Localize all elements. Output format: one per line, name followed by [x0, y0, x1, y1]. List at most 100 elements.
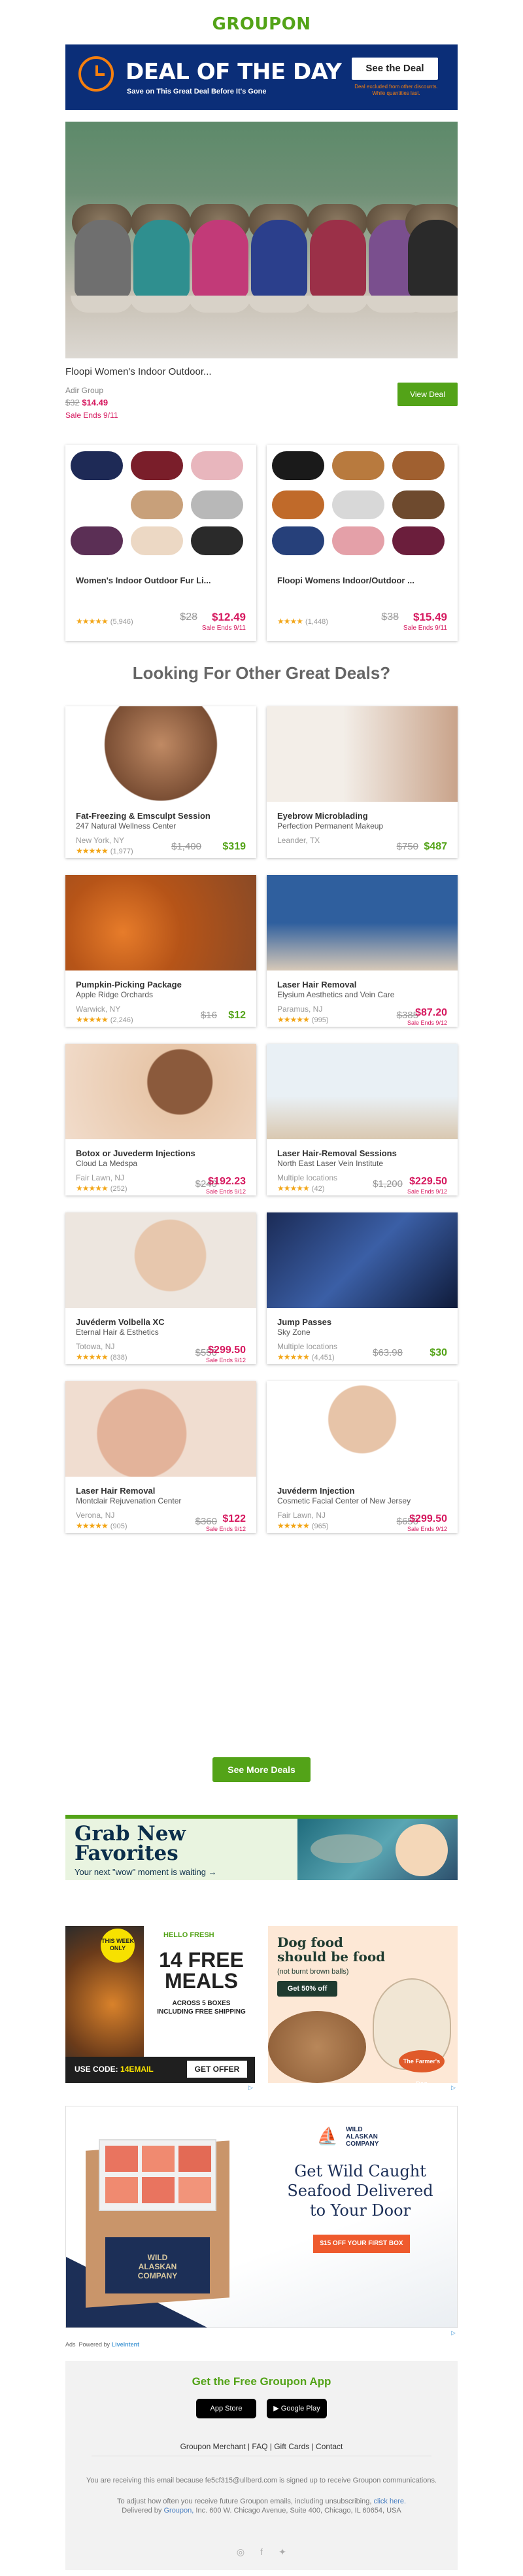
- deal-image: [267, 1212, 458, 1308]
- rating-stars: ★★★★★ (965): [277, 1521, 329, 1530]
- hero-price: $32 $14.49: [65, 398, 108, 407]
- hero-deal-title[interactable]: Floopi Women's Indoor Outdoor...: [65, 366, 212, 377]
- deal-card[interactable]: Eyebrow Microblading Perfection Permanent…: [267, 706, 458, 858]
- get-50-off-button[interactable]: Get 50% off: [277, 1981, 337, 1997]
- rating-stars: ★★★★★ (838): [76, 1352, 127, 1362]
- deal-image: [267, 875, 458, 970]
- review-count: (2,246): [110, 1016, 133, 1024]
- rating-stars: ★★★★★ (252): [76, 1184, 127, 1193]
- groupon-logo[interactable]: GROUPON: [65, 14, 458, 34]
- deal-image: [65, 706, 256, 802]
- powered-by-liveintent[interactable]: Ads Powered by LiveIntent: [65, 2341, 139, 2348]
- deal-card[interactable]: Pumpkin-Picking Package Apple Ridge Orcha…: [65, 875, 256, 1027]
- ad-headline: 14 FREE MEALS: [159, 1948, 244, 1993]
- deal-title: Juvéderm Volbella XC: [76, 1317, 165, 1327]
- hero-product-image[interactable]: [65, 122, 458, 358]
- deal-image: [267, 1044, 458, 1139]
- instagram-icon[interactable]: ◎: [234, 2545, 247, 2558]
- deal-image: [65, 1381, 256, 1477]
- stopwatch-icon: [78, 56, 114, 92]
- sale-ends: Sale Ends 9/11: [403, 625, 447, 632]
- adchoices-icon[interactable]: ▷: [248, 2084, 253, 2091]
- facebook-icon[interactable]: f: [255, 2545, 268, 2558]
- review-count: (1,977): [110, 848, 133, 855]
- deal-location: Leander, TX: [277, 836, 320, 845]
- review-count: (252): [110, 1185, 127, 1193]
- product-title: Floopi Womens Indoor/Outdoor ...: [277, 575, 414, 585]
- see-more-deals-button[interactable]: See More Deals: [212, 1757, 311, 1782]
- banner-title: Grab New Favorites: [75, 1822, 186, 1865]
- review-count: (42): [311, 1185, 325, 1193]
- adchoices-icon[interactable]: ▷: [451, 2329, 456, 2337]
- adchoices-icon[interactable]: ▷: [451, 2084, 456, 2091]
- new-price: $192.23: [208, 1176, 246, 1187]
- deal-card[interactable]: Juvéderm Volbella XC Eternal Hair & Esthe…: [65, 1212, 256, 1364]
- new-price: $122: [222, 1513, 246, 1524]
- farmers-dog-ad[interactable]: Dog food should be food (not burnt brown …: [268, 1926, 458, 2083]
- new-price: $12: [228, 1010, 246, 1021]
- deal-card[interactable]: Laser Hair Removal Montclair Rejuvenation…: [65, 1381, 256, 1533]
- footer-links[interactable]: Groupon Merchant | FAQ | Gift Cards | Co…: [65, 2442, 458, 2451]
- product-card[interactable]: Women's Indoor Outdoor Fur Li... ★★★★★ (5…: [65, 445, 256, 641]
- deal-card[interactable]: Fat-Freezing & Emsculpt Session 247 Natur…: [65, 706, 256, 858]
- deal-title: Laser Hair Removal: [76, 1486, 156, 1496]
- rating-stars: ★★★★★ (5,946): [76, 617, 133, 626]
- deal-card[interactable]: Juvéderm Injection Cosmetic Facial Center…: [267, 1381, 458, 1533]
- old-price: $1,400: [171, 841, 201, 852]
- deal-title: Jump Passes: [277, 1317, 332, 1327]
- old-price: $38: [381, 611, 399, 623]
- review-count: (838): [110, 1354, 127, 1362]
- deal-merchant: Cosmetic Facial Center of New Jersey: [277, 1496, 411, 1505]
- app-heading: Get the Free Groupon App: [192, 2375, 331, 2388]
- deal-merchant: Elysium Aesthetics and Vein Care: [277, 990, 395, 999]
- deal-image: [65, 1212, 256, 1308]
- deal-image: [267, 1381, 458, 1477]
- sale-ends: Sale Ends 9/11: [201, 625, 246, 632]
- hellofresh-ad[interactable]: THIS WEEK ONLY HELLO FRESH 14 FREE MEALS …: [65, 1926, 255, 2083]
- wild-alaskan-ad[interactable]: WILD ALASKAN COMPANY ⛵ WILD ALASKAN COMPANY …: [65, 2106, 458, 2328]
- sale-ends: Sale Ends 9/12: [407, 1020, 447, 1026]
- new-price: $299.50: [208, 1345, 246, 1356]
- banner-title: DEAL OF THE DAY: [126, 59, 342, 85]
- rating-stars: ★★★★ (1,448): [277, 617, 328, 626]
- view-deal-button[interactable]: View Deal: [397, 383, 458, 406]
- deal-location: Fair Lawn, NJ: [277, 1511, 326, 1520]
- grab-new-favorites-banner[interactable]: Grab New Favorites Your next "wow" moment…: [65, 1815, 458, 1880]
- deal-card[interactable]: Jump Passes Sky Zone Multiple locations ★★★…: [267, 1212, 458, 1364]
- section-heading: Looking For Other Great Deals?: [132, 663, 391, 683]
- product-image: [65, 445, 256, 565]
- sale-ends: Sale Ends 9/12: [205, 1526, 246, 1532]
- footer-unsubscribe: To adjust how often you receive future G…: [116, 2498, 407, 2505]
- google-play-button[interactable]: ▶ Google Play: [267, 2399, 327, 2418]
- deal-title: Pumpkin-Picking Package: [76, 980, 182, 989]
- review-count: (4,451): [311, 1354, 335, 1362]
- see-the-deal-button[interactable]: See the Deal: [352, 58, 438, 80]
- hero-merchant: Adir Group: [65, 386, 104, 395]
- old-price: $1,200: [373, 1178, 403, 1190]
- sale-ends: Sale Ends 9/12: [205, 1188, 246, 1195]
- deal-merchant: Eternal Hair & Esthetics: [76, 1328, 159, 1337]
- groupon-link[interactable]: Groupon,: [163, 2507, 194, 2515]
- new-price: $299.50: [409, 1513, 447, 1524]
- deal-merchant: Sky Zone: [277, 1328, 311, 1337]
- deal-image: [65, 875, 256, 970]
- email-body: GROUPON DEAL OF THE DAY Save on This Gre…: [65, 0, 458, 2576]
- first-box-offer-button[interactable]: $15 OFF YOUR FIRST BOX: [313, 2235, 410, 2253]
- deal-card[interactable]: Botox or Juvederm Injections Cloud La Med…: [65, 1044, 256, 1195]
- ad-headline: Get Wild Caught Seafood Delivered to Your …: [287, 2162, 433, 2220]
- product-card[interactable]: Floopi Womens Indoor/Outdoor ... ★★★★ (1,…: [267, 445, 458, 641]
- app-store-button[interactable]: App Store: [196, 2399, 256, 2418]
- deal-location: Verona, NJ: [76, 1511, 115, 1520]
- footer-notice: You are receiving this email because fe5…: [86, 2477, 437, 2484]
- click-here-link[interactable]: click here.: [374, 2498, 407, 2505]
- twitter-icon[interactable]: ✦: [276, 2545, 289, 2558]
- get-offer-button[interactable]: GET OFFER: [187, 2061, 247, 2078]
- deal-title: Juvéderm Injection: [277, 1486, 355, 1496]
- old-price: $16: [200, 1010, 217, 1021]
- deal-merchant: Apple Ridge Orchards: [76, 990, 154, 999]
- deal-card[interactable]: Laser Hair Removal Elysium Aesthetics and…: [267, 875, 458, 1027]
- deal-merchant: 247 Natural Wellness Center: [76, 821, 177, 831]
- deal-of-the-day-banner[interactable]: DEAL OF THE DAY Save on This Great Deal …: [65, 44, 458, 110]
- deal-image: [267, 706, 458, 802]
- deal-card[interactable]: Laser Hair-Removal Sessions North East La…: [267, 1044, 458, 1195]
